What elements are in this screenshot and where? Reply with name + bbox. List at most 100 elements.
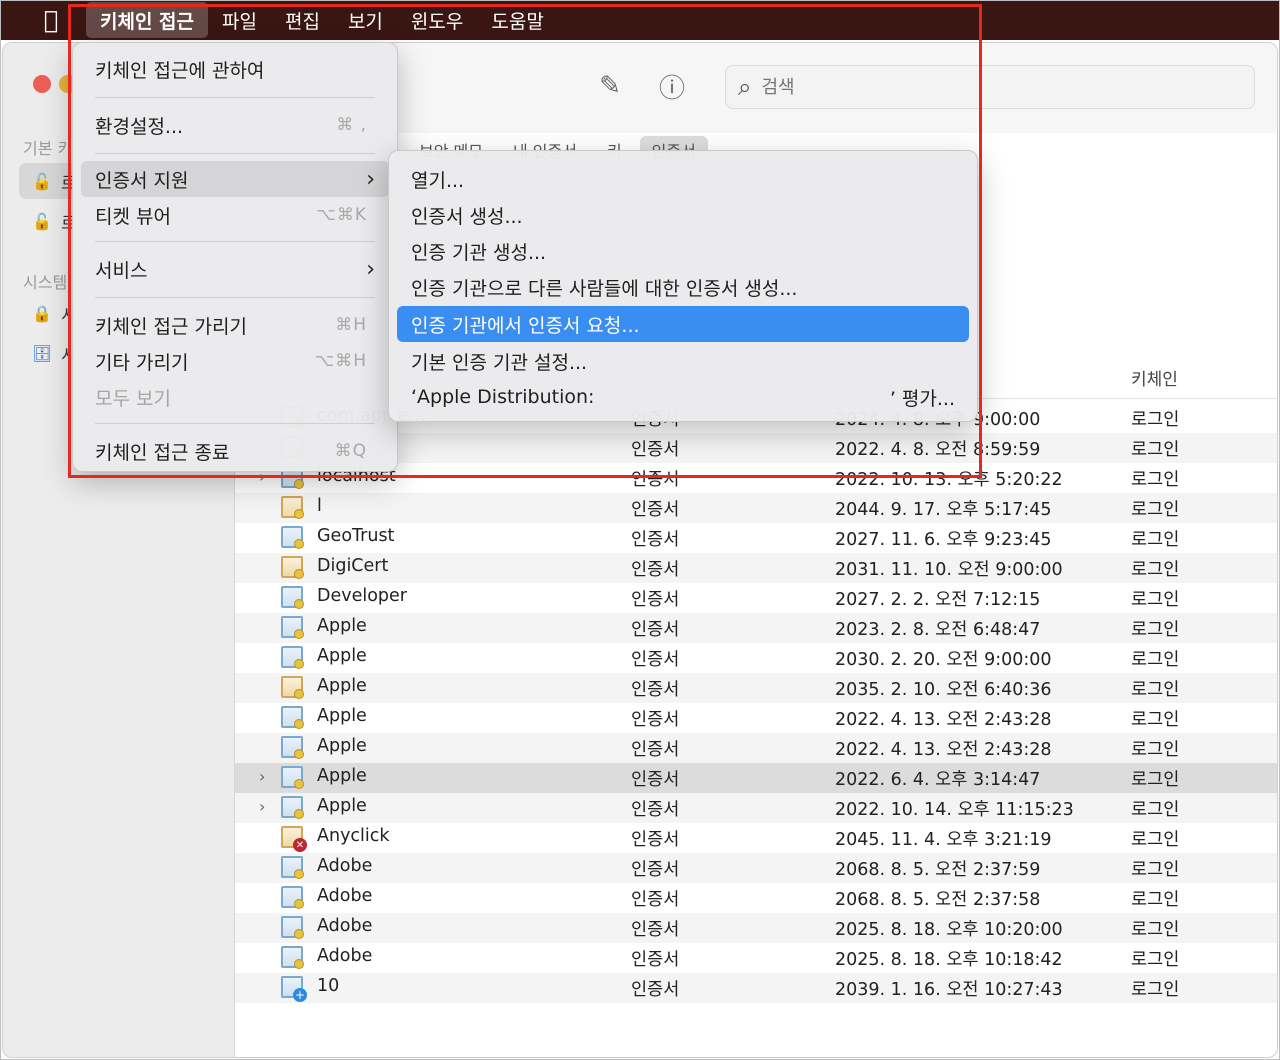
cert-expiry: 2022. 10. 14. 오후 11:15:23 — [835, 800, 1074, 820]
certificate-seal-icon — [294, 869, 304, 879]
menu-keychain-access[interactable]: 키체인 접근 — [86, 2, 209, 38]
certificate-seal-icon — [294, 779, 304, 789]
compose-icon[interactable]: ✎ — [593, 69, 627, 103]
certificate-icon — [281, 646, 304, 669]
cert-kind: 인증서 — [631, 500, 680, 520]
table-row[interactable]: +10 인증서 2039. 1. 16. 오전 10:27:43 로그인 — [235, 973, 1277, 1003]
table-row[interactable]: › Apple 인증서 2022. 10. 14. 오후 11:15:23 로그인 — [235, 793, 1277, 823]
certificate-icon — [281, 526, 304, 549]
table-row[interactable]: DigiCert 인증서 2031. 11. 10. 오전 9:00:00 로그인 — [235, 553, 1277, 583]
unlock-icon: 🔓 — [32, 171, 52, 191]
cert-expiry: 2044. 9. 17. 오후 5:17:45 — [835, 500, 1052, 520]
cert-name: Developer — [317, 586, 408, 606]
table-row[interactable]: › Apple 인증서 2022. 6. 4. 오후 3:14:47 로그인 — [235, 763, 1277, 793]
certificate-seal-icon — [294, 899, 304, 909]
cert-kind: 인증서 — [631, 620, 680, 640]
cert-name: Apple — [317, 796, 367, 816]
menu-window[interactable]: 윈도우 — [397, 2, 477, 38]
menu-item-hide-others[interactable]: 기타 가리기 ⌥⌘H — [81, 343, 389, 379]
table-row[interactable]: Apple 인증서 2030. 2. 20. 오전 9:00:00 로그인 — [235, 643, 1277, 673]
table-row[interactable]: l 인증서 2044. 9. 17. 오후 5:17:45 로그인 — [235, 493, 1277, 523]
submenu-item-request-from-ca[interactable]: 인증 기관에서 인증서 요청... — [397, 306, 969, 342]
cert-name: Apple — [317, 766, 367, 786]
sidebar-section-default: 기본 키 — [23, 139, 73, 158]
search-input[interactable] — [761, 76, 1162, 98]
certificate-icon: + — [281, 976, 307, 1002]
cert-expiry: 2022. 4. 13. 오전 2:43:28 — [835, 710, 1052, 730]
menu-file[interactable]: 파일 — [208, 2, 271, 38]
cert-kind: 인증서 — [631, 560, 680, 580]
menu-separator — [95, 241, 375, 242]
cert-kind: 인증서 — [631, 980, 680, 1000]
info-icon[interactable]: ⓘ — [655, 69, 689, 104]
menu-item-about[interactable]: 키체인 접근에 관하여 — [81, 51, 389, 87]
table-row[interactable]: Adobe 인증서 2025. 8. 18. 오후 10:18:42 로그인 — [235, 943, 1277, 973]
unlock-icon: 🔓 — [32, 211, 52, 231]
table-row[interactable]: Adobe 인증서 2068. 8. 5. 오전 2:37:59 로그인 — [235, 853, 1277, 883]
menu-item-label: 키체인 접근 종료 — [95, 441, 230, 464]
cert-keychain: 로그인 — [1131, 680, 1180, 700]
cert-keychain: 로그인 — [1131, 590, 1180, 610]
cert-expiry: 2027. 11. 6. 오후 9:23:45 — [835, 530, 1052, 550]
certificate-icon — [281, 556, 304, 579]
cert-name: Adobe — [317, 886, 373, 906]
table-row[interactable]: GeoTrust 인증서 2027. 11. 6. 오후 9:23:45 로그인 — [235, 523, 1277, 553]
cert-keychain: 로그인 — [1131, 560, 1180, 580]
certificate-icon — [281, 676, 304, 699]
menu-help[interactable]: 도움말 — [477, 2, 557, 38]
certificate-icon — [281, 886, 304, 909]
cert-name: Apple — [317, 736, 367, 756]
table-row[interactable]: ✕ Anyclick 인증서 2045. 11. 4. 오후 3:21:19 로그인 — [235, 823, 1277, 853]
menu-separator — [95, 297, 375, 298]
certificate-icon — [281, 946, 304, 969]
cert-expiry: 2023. 2. 8. 오전 6:48:47 — [835, 620, 1041, 640]
disclosure-chevron-icon[interactable]: › — [259, 767, 265, 786]
search-field[interactable]: ⌕ — [725, 65, 1255, 109]
cert-keychain: 로그인 — [1131, 740, 1180, 760]
submenu-item-create-for-others[interactable]: 인증 기관으로 다른 사람들에 대한 인증서 생성... — [397, 269, 969, 305]
chevron-right-icon: › — [366, 256, 375, 282]
cert-keychain: 로그인 — [1131, 920, 1180, 940]
certificate-table: com.apple...인증서2024. 4. 8. 오후 9:00:00로그인… — [235, 403, 1277, 1003]
menu-item-services[interactable]: 서비스 › — [81, 251, 389, 287]
apple-logo-icon[interactable]:  — [36, 5, 66, 35]
menu-item-hide[interactable]: 키체인 접근 가리기 ⌘H — [81, 307, 389, 343]
cert-expiry: 2030. 2. 20. 오전 9:00:00 — [835, 650, 1052, 670]
certificate-icon — [281, 616, 304, 639]
submenu-item-set-default-ca[interactable]: 기본 인증 기관 설정... — [397, 343, 969, 379]
cert-expiry: 2027. 2. 2. 오전 7:12:15 — [835, 590, 1041, 610]
cert-expiry: 2035. 2. 10. 오전 6:40:36 — [835, 680, 1052, 700]
table-row[interactable]: Developer 인증서 2027. 2. 2. 오전 7:12:15 로그인 — [235, 583, 1277, 613]
submenu-item-evaluate[interactable]: ‘Apple Distribution: ’ 평가... — [397, 379, 969, 415]
cert-expiry: 2022. 4. 8. 오전 8:59:59 — [835, 440, 1041, 460]
table-row[interactable]: Apple 인증서 2035. 2. 10. 오전 6:40:36 로그인 — [235, 673, 1277, 703]
disclosure-chevron-icon[interactable]: › — [259, 797, 265, 816]
submenu-item-open[interactable]: 열기... — [397, 161, 969, 197]
menu-view[interactable]: 보기 — [334, 2, 397, 38]
table-row[interactable]: Adobe 인증서 2025. 8. 18. 오후 10:20:00 로그인 — [235, 913, 1277, 943]
menu-item-ticket-viewer[interactable]: 티켓 뷰어 ⌥⌘K — [81, 197, 389, 233]
menu-item-quit[interactable]: 키체인 접근 종료 ⌘Q — [81, 433, 389, 469]
cert-expiry: 2045. 11. 4. 오후 3:21:19 — [835, 830, 1052, 850]
submenu-item-create-ca[interactable]: 인증 기관 생성... — [397, 233, 969, 269]
menu-item-certificate-assistant[interactable]: 인증서 지원 › — [81, 161, 389, 197]
cert-kind: 인증서 — [631, 710, 680, 730]
cert-keychain: 로그인 — [1131, 410, 1180, 430]
certificate-icon — [281, 706, 304, 729]
table-row[interactable]: Adobe 인증서 2068. 8. 5. 오전 2:37:58 로그인 — [235, 883, 1277, 913]
submenu-item-create-certificate[interactable]: 인증서 생성... — [397, 197, 969, 233]
table-row[interactable]: Apple 인증서 2022. 4. 13. 오전 2:43:28 로그인 — [235, 703, 1277, 733]
table-row[interactable]: Apple 인증서 2022. 4. 13. 오전 2:43:28 로그인 — [235, 733, 1277, 763]
certificate-seal-icon — [294, 629, 304, 639]
column-header-keychain[interactable]: 키체인 — [1131, 365, 1178, 390]
cert-kind: 인증서 — [631, 740, 680, 760]
close-window-button[interactable] — [33, 75, 51, 93]
certificate-icon — [281, 916, 304, 939]
table-row[interactable]: Apple 인증서 2023. 2. 8. 오전 6:48:47 로그인 — [235, 613, 1277, 643]
menu-edit[interactable]: 편집 — [271, 2, 334, 38]
cert-name: Apple — [317, 646, 367, 666]
menu-item-preferences[interactable]: 환경설정... ⌘ , — [81, 107, 389, 143]
shortcut-label: ⌘Q — [334, 441, 367, 461]
evaluate-label-left: ‘Apple Distribution: — [411, 386, 595, 408]
menu-item-show-all: 모두 보기 — [81, 379, 389, 415]
